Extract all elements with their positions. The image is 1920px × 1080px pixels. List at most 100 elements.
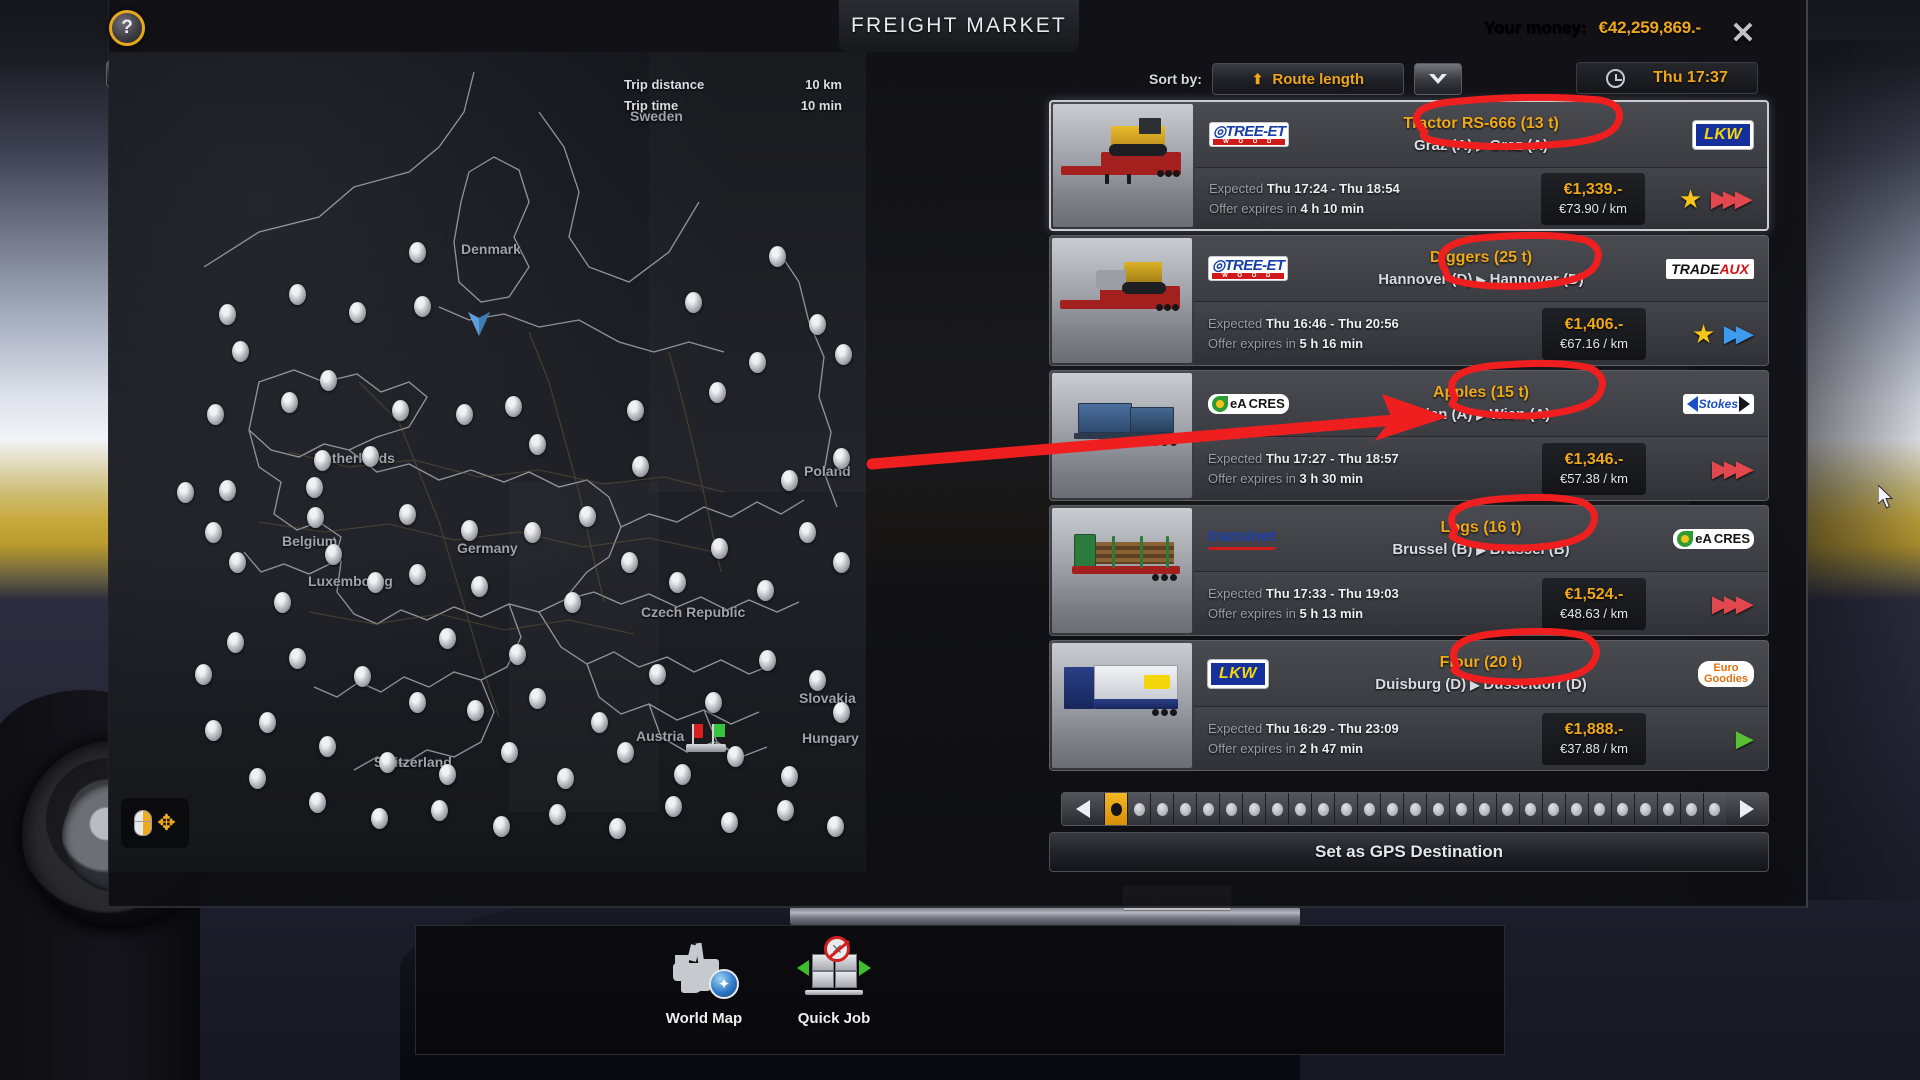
map-city-dot[interactable] [307,507,324,528]
map-city-dot[interactable] [809,314,826,335]
map-city-dot[interactable] [227,632,244,653]
map-city-dot[interactable] [781,766,798,787]
map-city-dot[interactable] [229,552,246,573]
map-city-dot[interactable] [705,692,722,713]
map-city-dot[interactable] [649,664,666,685]
map-city-dot[interactable] [711,538,728,559]
europe-map[interactable]: Trip distance 10 km Trip time 10 min Swe… [109,52,866,872]
map-city-dot[interactable] [529,434,546,455]
pager-next-button[interactable] [1725,793,1768,825]
pager-page-16[interactable] [1449,793,1473,825]
map-city-dot[interactable] [809,670,826,691]
map-city-dot[interactable] [627,400,644,421]
pager-page-27[interactable] [1702,793,1726,825]
map-city-dot[interactable] [529,688,546,709]
pager-page-23[interactable] [1610,793,1634,825]
map-city-dot[interactable] [309,792,326,813]
map-city-dot[interactable] [509,644,526,665]
map-city-dot[interactable] [727,746,744,767]
job-offer-row[interactable]: ◎TREE-ET W O O D Tractor RS-666 (13 t) Graz… [1049,100,1769,231]
map-city-dot[interactable] [274,592,291,613]
map-city-dot[interactable] [177,482,194,503]
map-city-dot[interactable] [320,370,337,391]
map-city-dot[interactable] [505,396,522,417]
map-city-dot[interactable] [467,700,484,721]
close-icon[interactable]: ✕ [1720,10,1766,56]
map-city-dot[interactable] [314,450,331,471]
map-city-dot[interactable] [549,804,566,825]
map-city-dot[interactable] [579,506,596,527]
map-city-dot[interactable] [431,800,448,821]
pager-page-4[interactable] [1173,793,1197,825]
dock-item-quick-job[interactable]: ✕ Quick Job [774,936,894,1027]
map-city-dot[interactable] [461,520,478,541]
map-city-dot[interactable] [632,456,649,477]
map-city-dot[interactable] [709,382,726,403]
job-offer-row[interactable]: eA CRES Apples (15 t) Wien (A) ▶ Wien (A) Stok… [1049,370,1769,501]
map-city-dot[interactable] [409,242,426,263]
map-city-dot[interactable] [409,564,426,585]
pager-page-11[interactable] [1334,793,1358,825]
pager-page-25[interactable] [1656,793,1680,825]
pager-page-22[interactable] [1587,793,1611,825]
job-offer-row[interactable]: ◎TREE-ET W O O D Diggers (25 t) Hannover (D… [1049,235,1769,366]
map-city-dot[interactable] [609,818,626,839]
pager-page-9[interactable] [1288,793,1312,825]
map-city-dot[interactable] [749,352,766,373]
map-city-dot[interactable] [493,816,510,837]
map-city-dot[interactable] [354,666,371,687]
map-city-dot[interactable] [392,400,409,421]
pager-page-3[interactable] [1150,793,1174,825]
map-city-dot[interactable] [249,768,266,789]
map-city-dot[interactable] [319,736,336,757]
map-city-dot[interactable] [471,576,488,597]
map-city-dot[interactable] [833,448,850,469]
map-city-dot[interactable] [219,480,236,501]
pager-page-21[interactable] [1564,793,1588,825]
map-city-dot[interactable] [371,808,388,829]
map-city-dot[interactable] [591,712,608,733]
pager-page-1[interactable] [1104,793,1128,825]
map-city-dot[interactable] [349,302,366,323]
map-city-dot[interactable] [232,341,249,362]
favorite-star-icon[interactable]: ★ [1692,321,1715,347]
favorite-star-icon[interactable]: ★ [1679,186,1702,212]
map-city-dot[interactable] [833,702,850,723]
map-city-dot[interactable] [769,246,786,267]
map-city-dot[interactable] [557,768,574,789]
map-city-dot[interactable] [289,648,306,669]
map-city-dot[interactable] [721,812,738,833]
pager-page-8[interactable] [1265,793,1289,825]
map-city-dot[interactable] [781,470,798,491]
map-city-dot[interactable] [439,764,456,785]
map-city-dot[interactable] [259,712,276,733]
pager-page-14[interactable] [1403,793,1427,825]
map-city-dot[interactable] [205,522,222,543]
map-city-dot[interactable] [205,720,222,741]
map-city-dot[interactable] [759,650,776,671]
map-city-dot[interactable] [289,284,306,305]
pager-page-7[interactable] [1242,793,1266,825]
map-city-dot[interactable] [399,504,416,525]
pager-page-10[interactable] [1311,793,1335,825]
map-city-dot[interactable] [379,752,396,773]
map-city-dot[interactable] [325,544,342,565]
map-city-dot[interactable] [621,552,638,573]
pager-page-17[interactable] [1472,793,1496,825]
map-city-dot[interactable] [833,552,850,573]
map-city-dot[interactable] [674,764,691,785]
pager-page-26[interactable] [1679,793,1703,825]
map-city-dot[interactable] [777,800,794,821]
map-city-dot[interactable] [827,816,844,837]
job-offer-list[interactable]: ◎TREE-ET W O O D Tractor RS-666 (13 t) Graz… [1049,100,1769,780]
set-gps-destination-button[interactable]: Set as GPS Destination [1049,832,1769,872]
pager-page-12[interactable] [1357,793,1381,825]
map-city-dot[interactable] [207,404,224,425]
pager-page-5[interactable] [1196,793,1220,825]
job-offer-row[interactable]: transinet Logs (16 t) Brussel (B) ▶ Brussel … [1049,505,1769,636]
pager-prev-button[interactable] [1062,793,1104,825]
map-city-dot[interactable] [367,572,384,593]
map-city-dot[interactable] [362,446,379,467]
pager-page-13[interactable] [1380,793,1404,825]
map-city-dot[interactable] [195,664,212,685]
